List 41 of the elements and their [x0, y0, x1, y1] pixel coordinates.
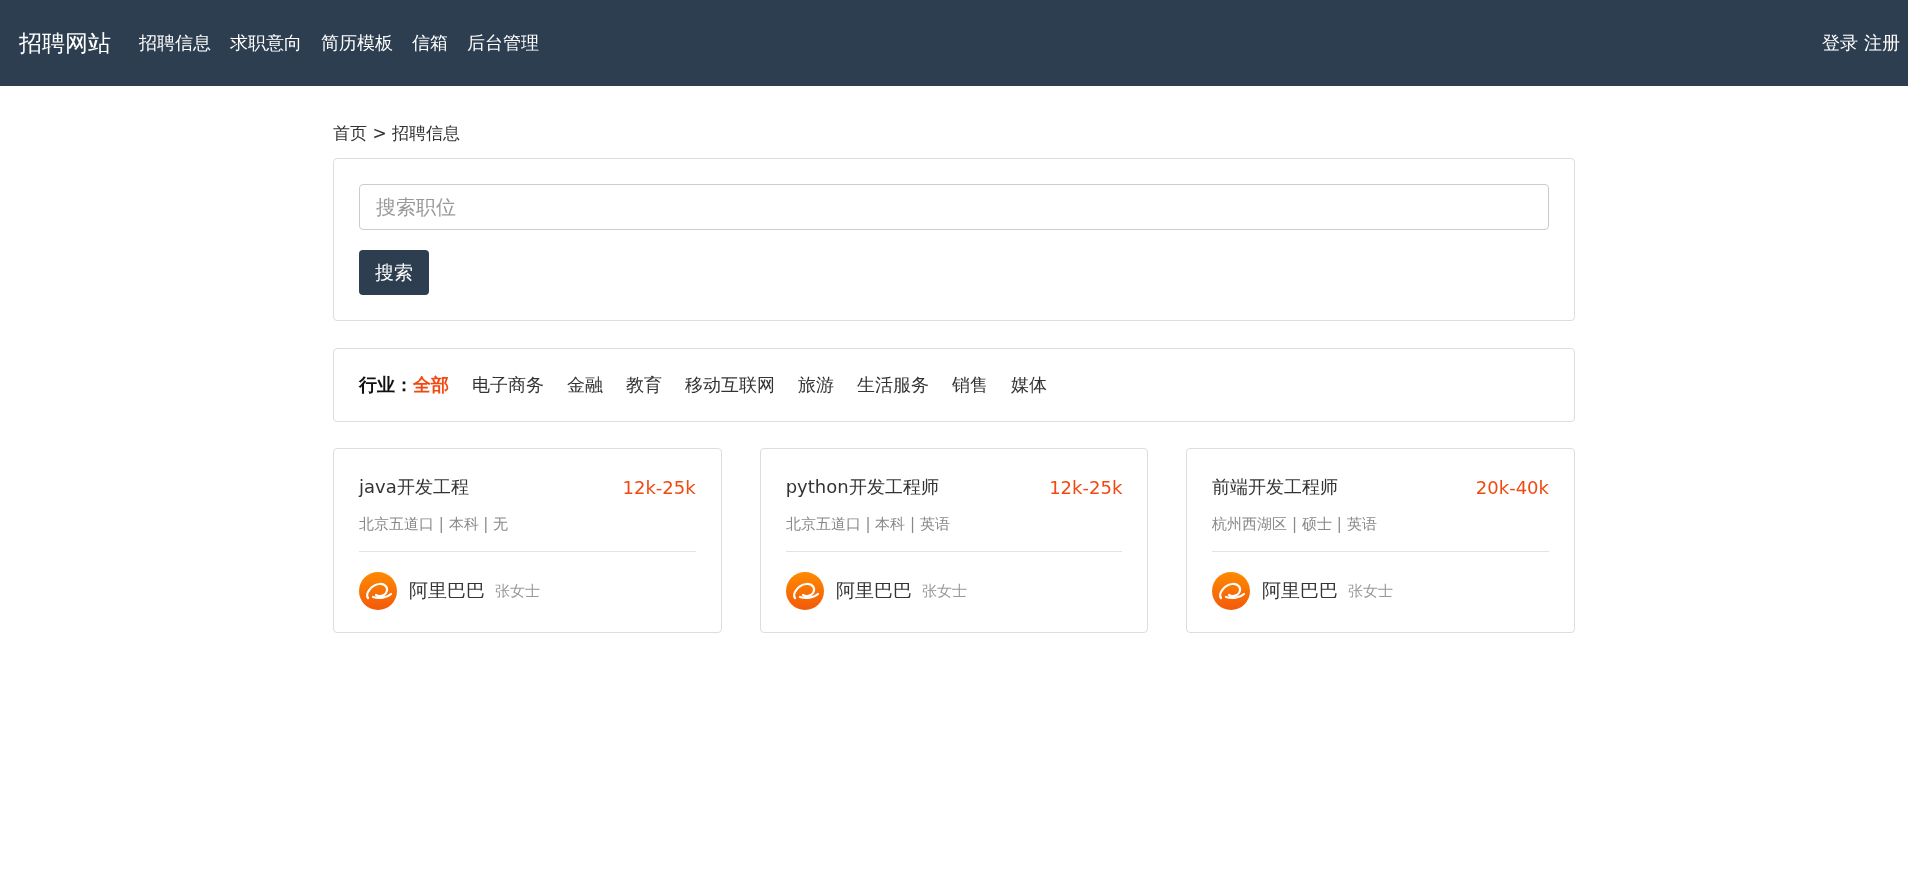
nav-link[interactable]: 招聘信息 [139, 31, 211, 55]
job-details: 杭州西湖区 | 硕士 | 英语 [1212, 515, 1549, 552]
industry-option[interactable]: 全部 [413, 373, 449, 397]
industry-option[interactable]: 销售 [952, 373, 988, 397]
company-name: 阿里巴巴 [1262, 578, 1339, 603]
industry-option[interactable]: 金融 [567, 373, 603, 397]
industry-option[interactable]: 媒体 [1011, 373, 1047, 397]
industry-option[interactable]: 旅游 [798, 373, 834, 397]
job-title: java开发工程 [359, 475, 469, 499]
industry-option[interactable]: 电子商务 [472, 373, 544, 397]
salary: 20k-40k [1475, 476, 1549, 498]
nav-link[interactable]: 求职意向 [230, 31, 302, 55]
salary: 12k-25k [1049, 476, 1123, 498]
job-details: 北京五道口 | 本科 | 英语 [785, 515, 1123, 552]
industry-option[interactable]: 移动互联网 [685, 373, 775, 397]
company-logo-icon [359, 572, 397, 610]
nav-link[interactable]: 后台管理 [467, 31, 539, 55]
company-logo-icon [785, 572, 824, 610]
job-card[interactable]: 前端开发工程师 20k-40k 杭州西湖区 | 硕士 | 英语 阿里巴巴 张女士 [1186, 448, 1575, 633]
search-field[interactable]: 搜索职位 [359, 184, 1549, 230]
salary: 12k-25k [622, 476, 696, 498]
contact-name: 张女士 [921, 581, 967, 601]
nav-link[interactable]: 简历模板 [321, 31, 393, 55]
filter-label: 行业： [359, 373, 413, 397]
search-button[interactable]: 搜索 [359, 250, 429, 295]
breadcrumb: 首页 > 招聘信息 [333, 122, 462, 145]
job-card[interactable]: python开发工程师 12k-25k 北京五道口 | 本科 | 英语 阿里巴巴 张女士 [759, 448, 1149, 633]
company-name: 阿里巴巴 [835, 578, 912, 603]
industry-option[interactable]: 生活服务 [857, 373, 929, 397]
job-title: 前端开发工程师 [1212, 475, 1339, 499]
nav-link[interactable]: 信箱 [412, 31, 448, 55]
job-details: 北京五道口 | 本科 | 无 [359, 515, 696, 552]
job-card[interactable]: java开发工程 12k-25k 北京五道口 | 本科 | 无 阿里巴巴 张女士 [333, 448, 722, 633]
company-name: 阿里巴巴 [409, 578, 485, 603]
industry-option[interactable]: 教育 [626, 373, 662, 397]
login-register-link[interactable]: 登录 注册 [1822, 31, 1900, 55]
contact-name: 张女士 [1348, 581, 1394, 601]
company-logo-icon [1212, 572, 1251, 610]
site-title: 招聘网站 [19, 28, 111, 58]
contact-name: 张女士 [495, 581, 540, 601]
job-title: python开发工程师 [785, 475, 939, 499]
